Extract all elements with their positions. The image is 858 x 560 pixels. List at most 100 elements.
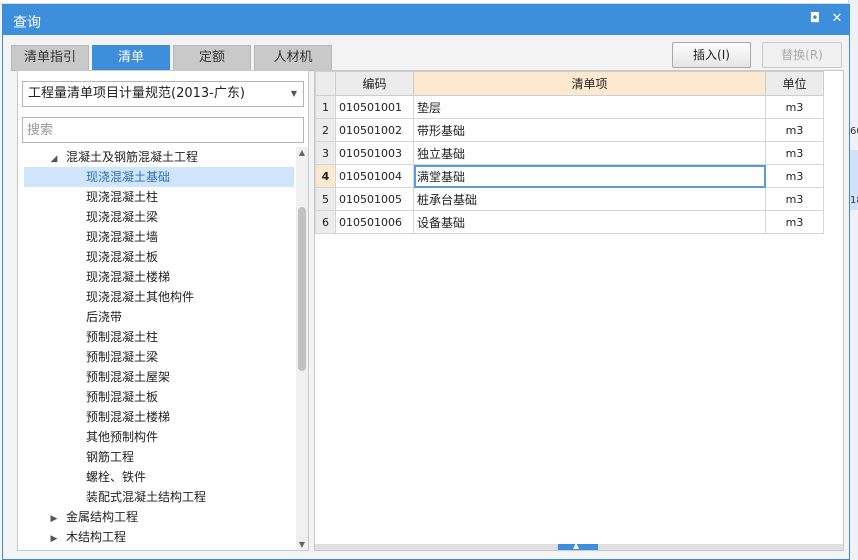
tree-item-label: 混凝土及钢筋混凝土工程 bbox=[66, 150, 199, 164]
tree-item-label: 金属结构工程 bbox=[66, 510, 139, 524]
spec-select[interactable]: 工程量清单项目计量规范(2013-广东) ▼ bbox=[22, 81, 304, 107]
tree-item-label: 钢筋工程 bbox=[86, 450, 135, 464]
expand-arrow-icon[interactable]: ▶ bbox=[48, 509, 60, 529]
tree-item-label: 现浇混凝土板 bbox=[86, 250, 159, 264]
cell-unit[interactable]: m3 bbox=[765, 210, 824, 234]
cell-code[interactable]: 010501004 bbox=[335, 164, 414, 188]
column-header-item[interactable]: 清单项 bbox=[413, 71, 766, 96]
tree-item-label: 预制混凝土楼梯 bbox=[86, 410, 171, 424]
splitter-handle[interactable]: ▲ bbox=[558, 541, 598, 550]
tree-item[interactable]: ▶ 门窗工程 bbox=[18, 547, 114, 550]
column-header-rownum bbox=[315, 71, 336, 96]
cell-code[interactable]: 010501006 bbox=[335, 210, 414, 234]
row-number[interactable]: 5 bbox=[315, 187, 336, 211]
dialog-titlebar[interactable]: 查询 ◘ ✕ bbox=[3, 5, 849, 35]
table-row[interactable]: 4 010501004 满堂基础 m3 bbox=[315, 164, 824, 188]
cell-item-name[interactable]: 设备基础 bbox=[413, 210, 766, 234]
table-row[interactable]: 6 010501006 设备基础 m3 bbox=[315, 210, 824, 234]
tree-item[interactable]: 现浇混凝土其他构件 bbox=[18, 287, 290, 307]
tree-item[interactable]: ▶ 金属结构工程 bbox=[18, 507, 138, 527]
cell-item-name[interactable]: 满堂基础 bbox=[413, 164, 766, 188]
tree-item[interactable]: 现浇混凝土基础 bbox=[24, 167, 294, 187]
table-row[interactable]: 5 010501005 桩承台基础 m3 bbox=[315, 187, 824, 211]
tree-item-label: 其他预制构件 bbox=[86, 430, 159, 444]
tab-bill[interactable]: 清单 bbox=[92, 45, 170, 71]
scroll-up-icon[interactable]: ▲ bbox=[296, 147, 308, 159]
cell-unit[interactable]: m3 bbox=[765, 95, 824, 119]
tree-item-label: 预制混凝土梁 bbox=[86, 350, 159, 364]
tree-item[interactable]: 预制混凝土柱 bbox=[18, 327, 290, 347]
cell-unit[interactable]: m3 bbox=[765, 187, 824, 211]
collapse-arrow-icon[interactable]: ◢ bbox=[48, 149, 60, 169]
dialog-title: 查询 bbox=[13, 15, 41, 31]
tree-item[interactable]: 预制混凝土梁 bbox=[18, 347, 290, 367]
row-number[interactable]: 6 bbox=[315, 210, 336, 234]
tree-item[interactable]: 预制混凝土板 bbox=[18, 387, 290, 407]
column-header-code[interactable]: 编码 bbox=[335, 71, 414, 96]
cell-item-name[interactable]: 桩承台基础 bbox=[413, 187, 766, 211]
expand-arrow-icon[interactable]: ▶ bbox=[48, 529, 60, 549]
replace-button[interactable]: 替换(R) bbox=[762, 42, 842, 68]
insert-button[interactable]: 插入(I) bbox=[672, 42, 751, 68]
row-number[interactable]: 3 bbox=[315, 141, 336, 165]
tree-item-label: 现浇混凝土基础 bbox=[86, 170, 171, 184]
tree-item[interactable]: 现浇混凝土楼梯 bbox=[18, 267, 290, 287]
tree-item-label: 预制混凝土柱 bbox=[86, 330, 159, 344]
cell-unit[interactable]: m3 bbox=[765, 141, 824, 165]
tree-item-label: 装配式混凝土结构工程 bbox=[86, 490, 207, 504]
scroll-down-icon[interactable]: ▼ bbox=[296, 539, 308, 550]
tree-item[interactable]: 现浇混凝土墙 bbox=[18, 227, 290, 247]
cell-unit[interactable]: m3 bbox=[765, 118, 824, 142]
table-row[interactable]: 2 010501002 带形基础 m3 bbox=[315, 118, 824, 142]
tree-item[interactable]: 预制混凝土屋架 bbox=[18, 367, 290, 387]
horizontal-scrollbar[interactable]: ▲ bbox=[315, 541, 843, 550]
cell-code[interactable]: 010501003 bbox=[335, 141, 414, 165]
tab-quota[interactable]: 定额 bbox=[173, 45, 251, 71]
tab-materials[interactable]: 人材机 bbox=[254, 45, 332, 71]
row-number[interactable]: 1 bbox=[315, 95, 336, 119]
search-input[interactable] bbox=[22, 117, 304, 143]
row-number[interactable]: 4 bbox=[315, 164, 336, 188]
tree-item[interactable]: ▶ 木结构工程 bbox=[18, 527, 126, 547]
tree-item[interactable]: 螺栓、铁件 bbox=[18, 467, 290, 487]
tree-item[interactable]: 后浇带 bbox=[18, 307, 290, 327]
tree-item-label: 现浇混凝土其他构件 bbox=[86, 290, 195, 304]
chevron-up-icon: ▲ bbox=[573, 541, 580, 550]
background-value: 18 bbox=[850, 195, 858, 206]
tab-bill-guide[interactable]: 清单指引 bbox=[11, 45, 89, 71]
tree-item[interactable]: 现浇混凝土柱 bbox=[18, 187, 290, 207]
tree-item-label: 预制混凝土板 bbox=[86, 390, 159, 404]
category-panel: 工程量清单项目计量规范(2013-广东) ▼ ◢ 混凝土及钢筋混凝土工程现浇混凝土… bbox=[17, 70, 309, 551]
expand-arrow-icon[interactable]: ▶ bbox=[48, 549, 60, 550]
cell-code[interactable]: 010501005 bbox=[335, 187, 414, 211]
cell-code[interactable]: 010501002 bbox=[335, 118, 414, 142]
tree-item[interactable]: 预制混凝土楼梯 bbox=[18, 407, 290, 427]
table-row[interactable]: 1 010501001 垫层 m3 bbox=[315, 95, 824, 119]
tree-item-label: 木结构工程 bbox=[66, 530, 127, 544]
cell-item-name[interactable]: 带形基础 bbox=[413, 118, 766, 142]
table-row[interactable]: 3 010501003 独立基础 m3 bbox=[315, 141, 824, 165]
tree-item[interactable]: 其他预制构件 bbox=[18, 427, 290, 447]
cell-code[interactable]: 010501001 bbox=[335, 95, 414, 119]
tree-scrollbar[interactable]: ▲ ▼ bbox=[296, 147, 308, 550]
tree-item-label: 螺栓、铁件 bbox=[86, 470, 147, 484]
cell-item-name[interactable]: 独立基础 bbox=[413, 141, 766, 165]
tree-item[interactable]: 现浇混凝土梁 bbox=[18, 207, 290, 227]
tree-item[interactable]: 装配式混凝土结构工程 bbox=[18, 487, 290, 507]
bill-items-panel: 编码 清单项 单位 1 010501001 垫层 m3 2 010501002 带形基础 m3… bbox=[314, 70, 844, 551]
tree-item[interactable]: 现浇混凝土板 bbox=[18, 247, 290, 267]
tree-item-label: 现浇混凝土梁 bbox=[86, 210, 159, 224]
scrollbar-thumb[interactable] bbox=[298, 207, 306, 371]
column-header-unit[interactable]: 单位 bbox=[765, 71, 824, 96]
close-icon[interactable]: ✕ bbox=[829, 11, 845, 27]
query-dialog: 查询 ◘ ✕ 清单指引 清单 定额 人材机 插入(I) 替换(R) 工程量清单项… bbox=[2, 4, 850, 560]
cell-item-name[interactable]: 垫层 bbox=[413, 95, 766, 119]
cell-unit[interactable]: m3 bbox=[765, 164, 824, 188]
row-number[interactable]: 2 bbox=[315, 118, 336, 142]
spec-select-value: 工程量清单项目计量规范(2013-广东) bbox=[28, 86, 245, 101]
tree-item-label: 现浇混凝土墙 bbox=[86, 230, 159, 244]
tree-item[interactable]: ◢ 混凝土及钢筋混凝土工程 bbox=[18, 147, 198, 167]
tree-item[interactable]: 钢筋工程 bbox=[18, 447, 290, 467]
restore-icon[interactable]: ◘ bbox=[807, 11, 823, 27]
tree-item-label: 现浇混凝土柱 bbox=[86, 190, 159, 204]
